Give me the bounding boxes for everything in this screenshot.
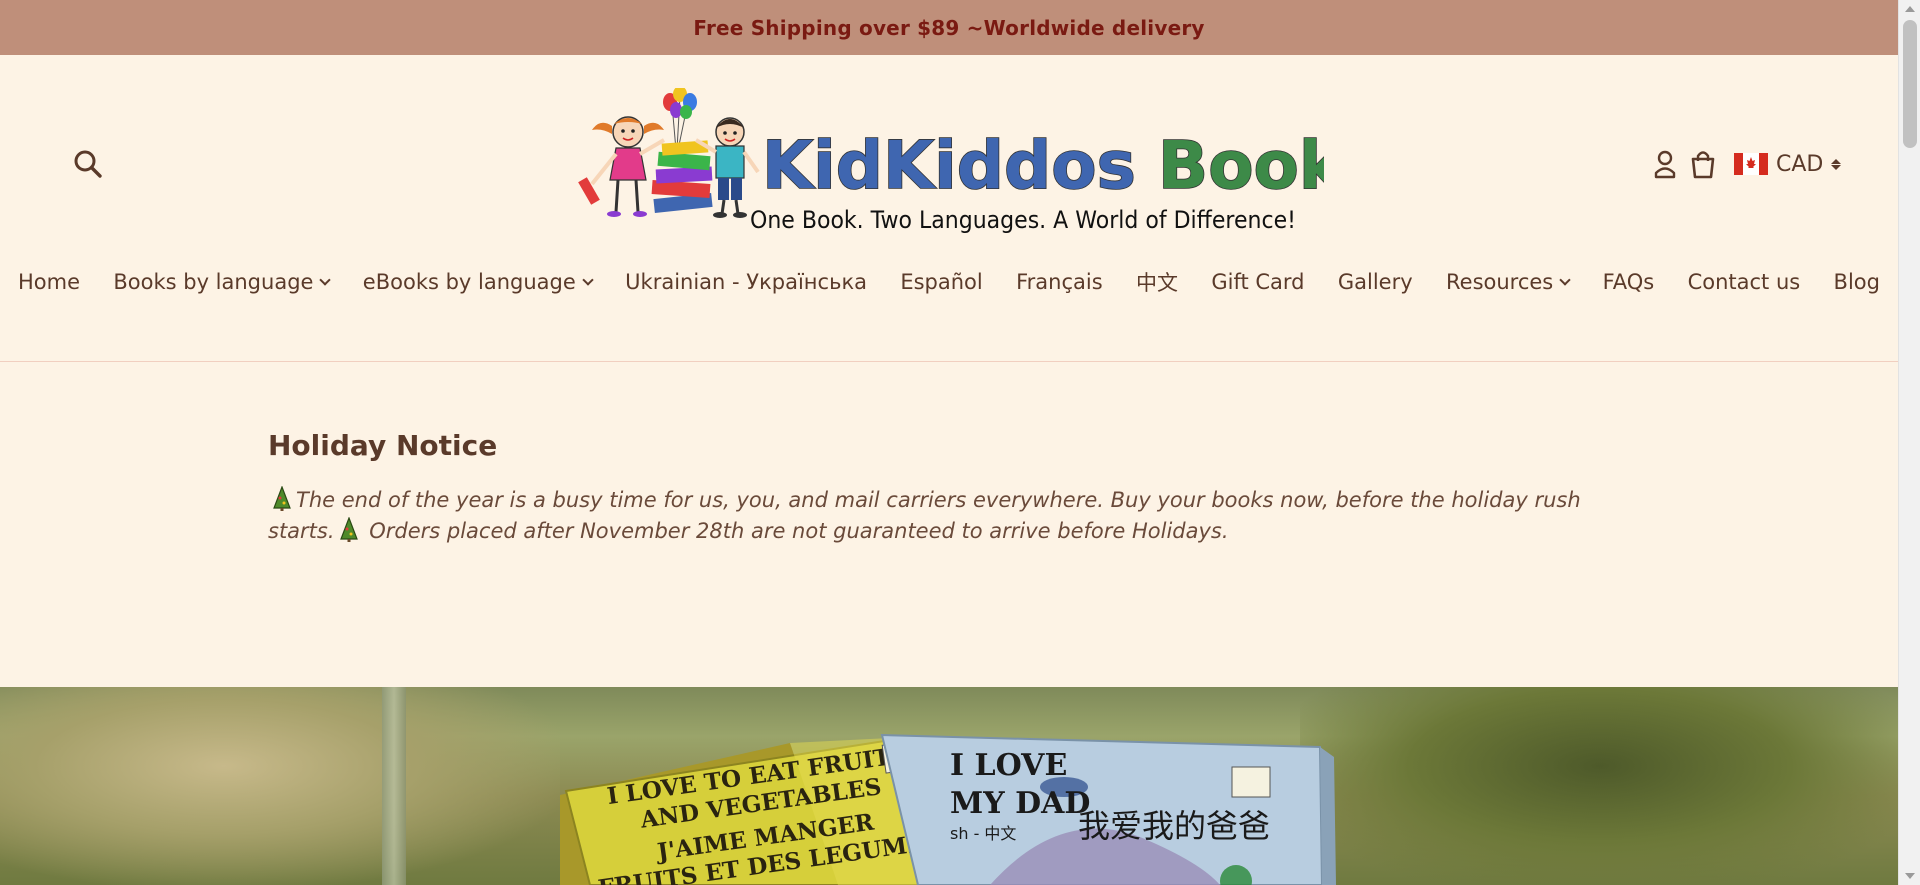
nav-item-label: Gift Card: [1211, 270, 1305, 294]
book2-subtitle: sh - 中文: [950, 824, 1016, 843]
nav-item-blog[interactable]: Blog: [1834, 270, 1880, 294]
nav-item-label: Books by language: [113, 270, 314, 294]
christmas-tree-icon: [273, 486, 291, 511]
scroll-up-icon[interactable]: [1905, 6, 1915, 12]
nav-item-gallery[interactable]: Gallery: [1338, 270, 1413, 294]
chevron-down-icon: [319, 274, 332, 286]
search-icon: [74, 150, 102, 178]
nav-item-faqs[interactable]: FAQs: [1603, 270, 1655, 294]
account-button[interactable]: [1650, 147, 1680, 181]
header-divider: [0, 361, 1898, 362]
nav-item-label: 中文: [1136, 271, 1178, 295]
notice-title: Holiday Notice: [268, 429, 498, 462]
main-navigation: Home Books by language eBooks by language U…: [0, 262, 1898, 302]
nav-item-resources[interactable]: Resources: [1446, 270, 1571, 294]
announcement-bar: Free Shipping over $89 ~Worldwide delive…: [0, 0, 1898, 55]
nav-item-label: Français: [1016, 270, 1103, 294]
book-i-love-my-dad: I LOVE MY DAD sh - 中文 我爱我的爸爸: [880, 733, 1336, 885]
nav-item-ukrainian[interactable]: Ukrainian - Українська: [625, 270, 867, 294]
chevron-down-icon: [1559, 274, 1571, 286]
page-scrollbar[interactable]: [1898, 0, 1920, 885]
nav-item-label: Home: [18, 270, 81, 294]
currency-code: CAD: [1776, 151, 1824, 177]
nav-item-chinese[interactable]: 中文: [1136, 267, 1178, 297]
scrollbar-thumb[interactable]: [1903, 20, 1917, 148]
nav-item-label: Resources: [1446, 270, 1554, 294]
sort-arrows-icon: [1831, 158, 1842, 170]
nav-item-gift-card[interactable]: Gift Card: [1211, 270, 1304, 294]
nav-item-home[interactable]: Home: [18, 270, 80, 294]
nav-item-label: Gallery: [1337, 270, 1413, 294]
nav-item-label: Ukrainian - Українська: [625, 270, 867, 294]
search-button[interactable]: [70, 146, 106, 182]
book2-title-line2: MY DAD: [950, 786, 1090, 821]
logo-brand-part1: KidKiddos: [762, 127, 1136, 204]
cart-button[interactable]: [1688, 147, 1718, 181]
logo-kids-illustration: [578, 86, 760, 218]
nav-item-label: Blog: [1833, 270, 1880, 294]
nav-item-contact-us[interactable]: Contact us: [1688, 270, 1801, 294]
site-logo[interactable]: KidKiddos Books One Book. Two Languages. …: [578, 86, 1383, 236]
hero-image: I LOVE TO EAT FRUITS AND VEGETABLES J'AI…: [0, 687, 1898, 885]
christmas-tree-icon: [339, 517, 358, 542]
header-actions: CAD: [1650, 146, 1842, 182]
scroll-down-icon[interactable]: [1905, 873, 1915, 879]
currency-selector[interactable]: CAD: [1734, 151, 1842, 177]
book2-chinese-title: 我爱我的爸爸: [1078, 807, 1270, 845]
svg-text:KidKiddosBooks: KidKiddos Books: [762, 127, 1324, 204]
cart-icon: [1691, 151, 1715, 179]
announcement-text: Free Shipping over $89 ~Worldwide delive…: [693, 15, 1205, 40]
logo-tagline: One Book. Two Languages. A World of Diff…: [750, 206, 1296, 234]
book2-title-line1: I LOVE: [950, 748, 1067, 783]
chevron-down-icon: [582, 274, 594, 286]
account-icon: [1654, 150, 1676, 179]
nav-item-books-by-language[interactable]: Books by language: [113, 270, 332, 294]
nav-item-espa-ol[interactable]: Español: [900, 270, 982, 294]
nav-item-label: eBooks by language: [362, 270, 576, 294]
nav-item-ebooks-by-language[interactable]: eBooks by language: [362, 270, 594, 294]
nav-item-label: Contact us: [1687, 270, 1801, 294]
notice-line2: Orders placed after November 28th are no…: [362, 519, 1229, 543]
canada-flag-icon: [1734, 153, 1768, 175]
nav-item-label: Español: [900, 270, 983, 294]
logo-brand-part2: Books: [1158, 127, 1324, 204]
nav-item-label: FAQs: [1602, 270, 1655, 294]
nav-item-fran-ais[interactable]: Français: [1016, 270, 1103, 294]
notice-body: The end of the year is a busy time for u…: [268, 485, 1598, 547]
